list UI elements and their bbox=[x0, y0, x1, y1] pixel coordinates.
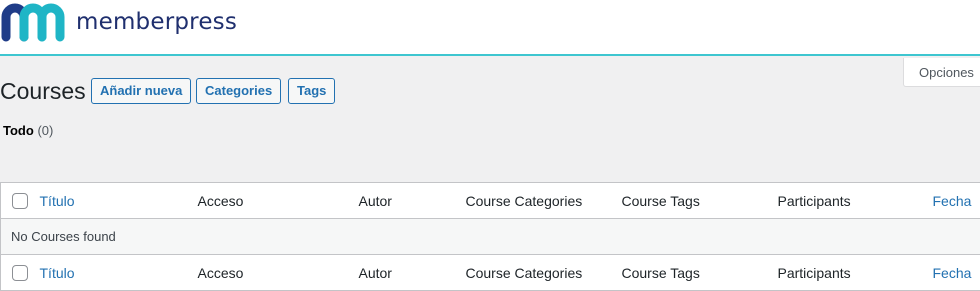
column-date-sort-footer[interactable]: Fecha bbox=[933, 265, 972, 281]
column-author-footer: Autor bbox=[358, 264, 392, 281]
table-footer-row: Título Acceso Autor Course Categories Co… bbox=[0, 254, 980, 291]
column-date-sort[interactable]: Fecha bbox=[933, 193, 972, 209]
memberpress-logo-icon bbox=[1, 3, 65, 42]
tags-button[interactable]: Tags bbox=[288, 78, 336, 104]
column-participants: Participants bbox=[777, 192, 851, 209]
select-all-cell bbox=[1, 183, 40, 219]
column-course-categories: Course Categories bbox=[465, 192, 583, 209]
column-course-tags-footer: Course Tags bbox=[621, 264, 700, 281]
screen-options-button[interactable]: Opciones bbox=[903, 58, 980, 87]
categories-button[interactable]: Categories bbox=[196, 78, 282, 104]
column-title-sort[interactable]: Título bbox=[40, 193, 75, 209]
brand-name: memberpress bbox=[76, 9, 238, 35]
column-title-sort-footer[interactable]: Título bbox=[40, 265, 75, 281]
select-all-cell-footer bbox=[1, 255, 40, 291]
add-new-button[interactable]: Añadir nueva bbox=[91, 78, 192, 104]
column-access-footer: Acceso bbox=[197, 264, 244, 281]
table-row: No Courses found bbox=[0, 218, 980, 255]
empty-message: No Courses found bbox=[11, 229, 116, 244]
column-course-tags: Course Tags bbox=[621, 192, 700, 209]
column-participants-footer: Participants bbox=[777, 264, 851, 281]
view-all-link[interactable]: Todo bbox=[3, 123, 34, 138]
select-all-checkbox[interactable] bbox=[12, 192, 28, 209]
view-filter: Todo (0) bbox=[3, 123, 53, 138]
table-header-row: Título Acceso Autor Course Categories Co… bbox=[0, 182, 980, 219]
column-author: Autor bbox=[358, 192, 392, 209]
page-title: Courses bbox=[0, 78, 86, 104]
view-all-count: (0) bbox=[37, 123, 54, 138]
top-header: memberpress bbox=[0, 0, 980, 56]
column-course-categories-footer: Course Categories bbox=[465, 264, 583, 281]
courses-table: Título Acceso Autor Course Categories Co… bbox=[0, 182, 980, 291]
column-access: Acceso bbox=[197, 192, 244, 209]
select-all-checkbox-footer[interactable] bbox=[12, 264, 28, 281]
